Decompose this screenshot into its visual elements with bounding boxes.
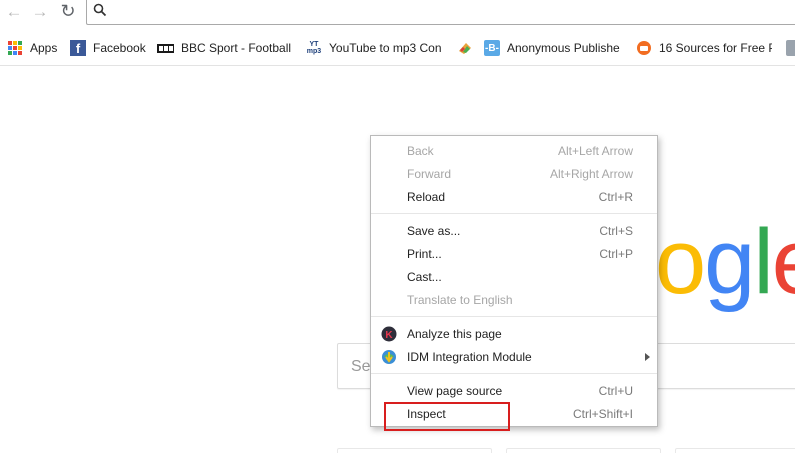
logo-letter-g: g <box>704 211 755 313</box>
menu-item-shortcut: Alt+Right Arrow <box>549 167 633 181</box>
menu-item-label: Reload <box>407 190 446 204</box>
bookmark-youtube-mp3[interactable]: YT mp3 YouTube to mp3 Con <box>306 39 444 57</box>
menu-item-analyze-page[interactable]: K Analyze this page <box>371 323 657 345</box>
menu-item-label: Back <box>407 144 434 158</box>
menu-separator <box>371 316 657 317</box>
bookmark-anonymous-publisher[interactable]: -B- Anonymous Publishe <box>484 39 622 57</box>
menu-item-label: Cast... <box>407 270 442 284</box>
menu-item-shortcut: Ctrl+P <box>599 247 633 261</box>
forward-arrow-icon[interactable]: → <box>29 2 51 20</box>
search-placeholder: Se <box>351 358 371 375</box>
bookmark-bbc-sport[interactable]: BBC Sport - Football <box>157 39 292 57</box>
blogger-icon: -B- <box>484 40 500 56</box>
address-bar[interactable] <box>86 0 795 25</box>
context-menu: Back Alt+Left Arrow Forward Alt+Right Ar… <box>370 135 658 427</box>
menu-item-label: Forward <box>407 167 452 181</box>
menu-item-shortcut: Ctrl+U <box>598 384 633 398</box>
bookmark-avatar[interactable] <box>786 39 795 57</box>
logo-letter-l: l <box>753 211 774 313</box>
bookmark-apps[interactable]: Apps <box>7 39 57 57</box>
bookmark-label: BBC Sport - Football <box>181 41 292 55</box>
menu-item-print[interactable]: Print... Ctrl+P <box>371 243 657 265</box>
menu-separator <box>371 373 657 374</box>
bookmark-label: 16 Sources for Free P <box>659 41 772 55</box>
menu-item-shortcut: Alt+Left Arrow <box>557 144 633 158</box>
reload-icon[interactable]: ↻ <box>57 2 79 20</box>
menu-item-reload[interactable]: Reload Ctrl+R <box>371 186 657 208</box>
bookmark-label: YouTube to mp3 Con <box>329 41 442 55</box>
bookmark-label: Apps <box>30 41 58 55</box>
menu-item-label: View page source <box>407 384 503 398</box>
kaspersky-icon: K <box>381 326 397 342</box>
google-logo: ogle <box>655 216 795 308</box>
bookmark-label: Anonymous Publishe <box>507 41 620 55</box>
reader-icon <box>636 40 652 56</box>
bookmarks-bar: Apps f Facebook BBC Sport - Football YT m… <box>0 30 795 66</box>
menu-item-view-source[interactable]: View page source Ctrl+U <box>371 380 657 402</box>
parrot-icon <box>457 40 473 56</box>
menu-item-label: Save as... <box>407 224 461 238</box>
menu-item-shortcut: Ctrl+Shift+I <box>572 407 633 421</box>
menu-item-translate[interactable]: Translate to English <box>371 289 657 311</box>
apps-grid-icon <box>7 40 23 56</box>
menu-item-cast[interactable]: Cast... <box>371 266 657 288</box>
menu-item-label: IDM Integration Module <box>407 350 532 364</box>
browser-toolbar: ← → ↻ <box>0 0 795 30</box>
logo-letter-e: e <box>772 216 795 308</box>
yt-mp3-icon: YT mp3 <box>306 41 322 55</box>
menu-item-label: Translate to English <box>407 293 513 307</box>
bbc-icon <box>157 43 174 53</box>
idm-icon <box>382 350 396 364</box>
menu-item-save-as[interactable]: Save as... Ctrl+S <box>371 220 657 242</box>
menu-item-label: Analyze this page <box>407 327 502 341</box>
shortcut-tile[interactable] <box>506 448 661 453</box>
menu-item-forward[interactable]: Forward Alt+Right Arrow <box>371 163 657 185</box>
facebook-icon: f <box>70 40 86 56</box>
menu-item-back[interactable]: Back Alt+Left Arrow <box>371 140 657 162</box>
avatar-icon <box>786 40 795 56</box>
menu-item-shortcut: Ctrl+R <box>598 190 633 204</box>
shortcut-tile[interactable] <box>337 448 492 453</box>
shortcut-tile[interactable] <box>675 448 795 453</box>
bookmark-facebook[interactable]: f Facebook <box>70 39 146 57</box>
search-icon <box>93 3 107 17</box>
menu-item-label: Print... <box>407 247 442 261</box>
back-arrow-icon[interactable]: ← <box>3 2 25 20</box>
logo-letter-o: o <box>655 211 706 313</box>
submenu-arrow-icon <box>645 353 650 361</box>
svg-text:K: K <box>385 330 393 341</box>
bookmark-parrot[interactable] <box>457 39 475 57</box>
menu-separator <box>371 213 657 214</box>
inspect-highlight-box <box>384 402 510 431</box>
menu-item-shortcut: Ctrl+S <box>599 224 633 238</box>
bookmark-16-sources[interactable]: 16 Sources for Free P <box>636 39 772 57</box>
menu-item-idm-integration[interactable]: IDM Integration Module <box>371 346 657 368</box>
bookmark-label: Facebook <box>93 41 146 55</box>
